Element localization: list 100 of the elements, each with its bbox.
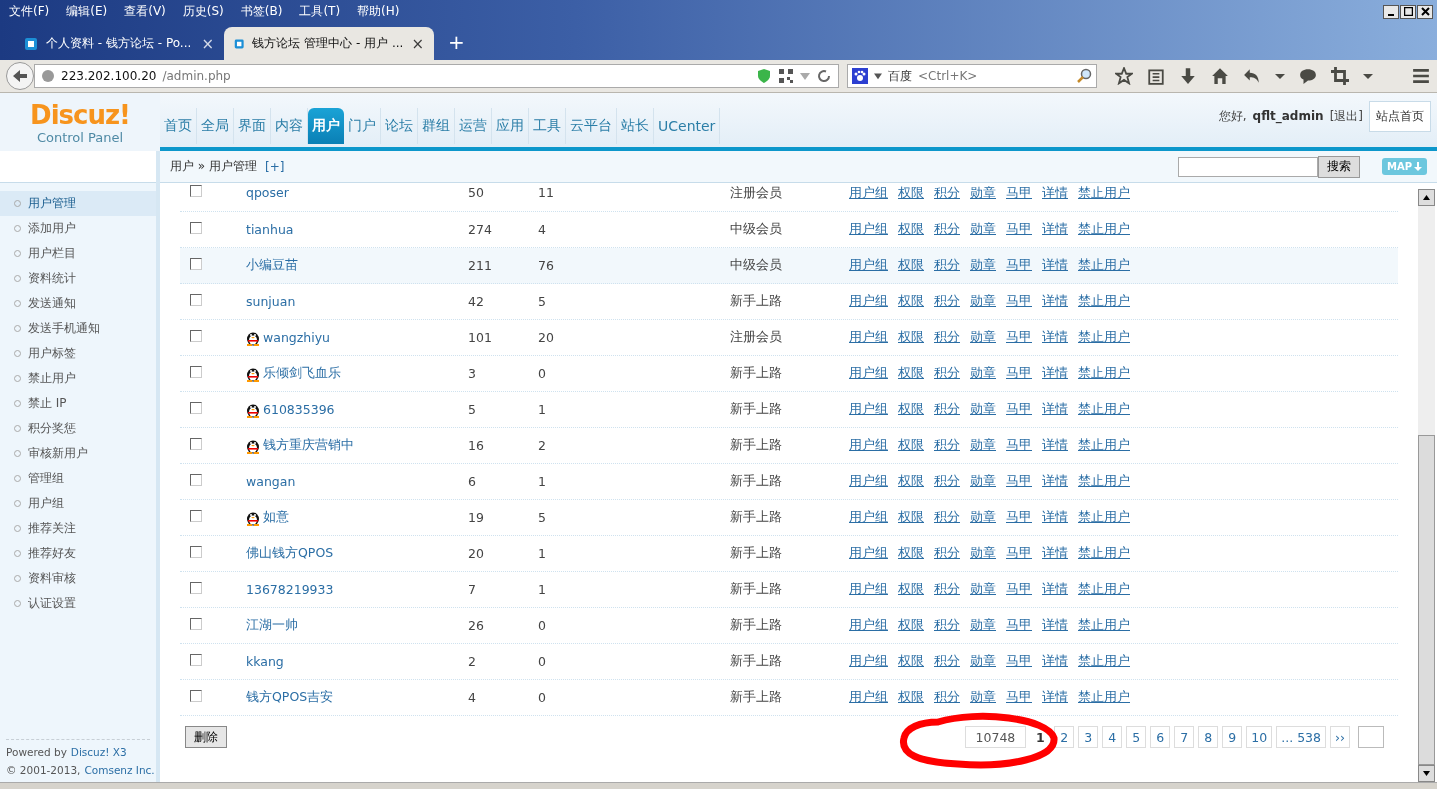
action-link[interactable]: 勋章 xyxy=(970,185,996,202)
action-link[interactable]: 积分 xyxy=(934,473,960,490)
action-link[interactable]: 禁止用户 xyxy=(1078,365,1130,382)
sidebar-item[interactable]: 发送手机通知 xyxy=(0,316,156,341)
download-icon[interactable] xyxy=(1179,67,1197,85)
search-button[interactable]: 搜索 xyxy=(1317,155,1360,178)
action-link[interactable]: 权限 xyxy=(898,365,924,382)
scroll-down-button[interactable] xyxy=(1418,765,1435,782)
action-link[interactable]: 禁止用户 xyxy=(1078,581,1130,598)
page-link[interactable]: 4 xyxy=(1102,726,1123,748)
action-link[interactable]: 马甲 xyxy=(1006,689,1032,706)
delete-button[interactable]: 删除 xyxy=(185,726,227,748)
action-link[interactable]: 禁止用户 xyxy=(1078,257,1130,274)
action-link[interactable]: 禁止用户 xyxy=(1078,221,1130,238)
action-link[interactable]: 权限 xyxy=(898,581,924,598)
menu-item[interactable]: 文件(F) xyxy=(9,3,50,20)
search-field[interactable]: 百度 <Ctrl+K> xyxy=(847,64,1097,88)
list-icon[interactable] xyxy=(1147,67,1165,85)
action-link[interactable]: 禁止用户 xyxy=(1078,185,1130,202)
page-link[interactable]: 6 xyxy=(1150,726,1171,748)
shield-icon[interactable] xyxy=(756,68,772,84)
page-link[interactable]: 8 xyxy=(1198,726,1219,748)
site-home-button[interactable]: 站点首页 xyxy=(1369,100,1431,132)
action-link[interactable]: 详情 xyxy=(1042,473,1068,490)
sidebar-item[interactable]: 认证设置 xyxy=(0,591,156,616)
action-link[interactable]: 马甲 xyxy=(1006,437,1032,454)
checkbox[interactable] xyxy=(190,330,202,342)
action-link[interactable]: 禁止用户 xyxy=(1078,653,1130,670)
username-link[interactable]: 钱方QPOS吉安 xyxy=(246,689,468,706)
action-link[interactable]: 详情 xyxy=(1042,401,1068,418)
sidebar-item[interactable]: 用户标签 xyxy=(0,341,156,366)
action-link[interactable]: 权限 xyxy=(898,545,924,562)
address-field[interactable]: 223.202.100.20 /admin.php xyxy=(34,64,839,88)
action-link[interactable]: 马甲 xyxy=(1006,365,1032,382)
action-link[interactable]: 勋章 xyxy=(970,581,996,598)
action-link[interactable]: 详情 xyxy=(1042,293,1068,310)
action-link[interactable]: 权限 xyxy=(898,509,924,526)
action-link[interactable]: 权限 xyxy=(898,257,924,274)
action-link[interactable]: 马甲 xyxy=(1006,617,1032,634)
action-link[interactable]: 详情 xyxy=(1042,509,1068,526)
maximize-button[interactable] xyxy=(1400,4,1416,19)
checkbox[interactable] xyxy=(190,510,202,522)
sidebar-item[interactable]: 禁止用户 xyxy=(0,366,156,391)
action-link[interactable]: 禁止用户 xyxy=(1078,545,1130,562)
reload-icon[interactable] xyxy=(816,68,832,84)
action-link[interactable]: 禁止用户 xyxy=(1078,329,1130,346)
action-link[interactable]: 详情 xyxy=(1042,545,1068,562)
sidebar-item[interactable]: 添加用户 xyxy=(0,216,156,241)
nav-tab[interactable]: 用户 xyxy=(308,108,344,144)
menu-item[interactable]: 帮助(H) xyxy=(357,3,400,20)
sidebar-item[interactable]: 用户栏目 xyxy=(0,241,156,266)
username-link[interactable]: 如意 xyxy=(246,509,468,526)
action-link[interactable]: 用户组 xyxy=(849,365,888,382)
action-link[interactable]: 勋章 xyxy=(970,293,996,310)
checkbox[interactable] xyxy=(190,546,202,558)
sidebar-item[interactable]: 资料统计 xyxy=(0,266,156,291)
action-link[interactable]: 详情 xyxy=(1042,221,1068,238)
qr-code-icon[interactable] xyxy=(778,68,794,84)
action-link[interactable]: 权限 xyxy=(898,617,924,634)
action-link[interactable]: 勋章 xyxy=(970,689,996,706)
action-link[interactable]: 详情 xyxy=(1042,365,1068,382)
action-link[interactable]: 用户组 xyxy=(849,401,888,418)
username-link[interactable]: 钱方重庆营销中 xyxy=(246,437,468,454)
action-link[interactable]: 积分 xyxy=(934,617,960,634)
logout-link[interactable]: [退出] xyxy=(1329,107,1363,125)
close-button[interactable] xyxy=(1417,4,1433,19)
action-link[interactable]: 勋章 xyxy=(970,509,996,526)
sidebar-item[interactable]: 积分奖惩 xyxy=(0,416,156,441)
action-link[interactable]: 详情 xyxy=(1042,581,1068,598)
nav-tab[interactable]: 界面 xyxy=(234,108,271,144)
nav-tab[interactable]: 应用 xyxy=(492,108,529,144)
menu-item[interactable]: 查看(V) xyxy=(124,3,166,20)
action-link[interactable]: 勋章 xyxy=(970,221,996,238)
menu-item[interactable]: 历史(S) xyxy=(182,3,224,20)
action-link[interactable]: 禁止用户 xyxy=(1078,617,1130,634)
action-link[interactable]: 权限 xyxy=(898,221,924,238)
action-link[interactable]: 禁止用户 xyxy=(1078,293,1130,310)
add-link[interactable]: [+] xyxy=(265,159,285,174)
nav-tab[interactable]: 运营 xyxy=(455,108,492,144)
action-link[interactable]: 积分 xyxy=(934,545,960,562)
action-link[interactable]: 积分 xyxy=(934,437,960,454)
action-link[interactable]: 用户组 xyxy=(849,329,888,346)
username-link[interactable]: 江湖一帅 xyxy=(246,617,468,634)
page-link[interactable]: 1 xyxy=(1030,726,1051,748)
action-link[interactable]: 权限 xyxy=(898,185,924,202)
action-link[interactable]: 积分 xyxy=(934,653,960,670)
scrollbar-thumb[interactable] xyxy=(1418,435,1435,765)
sidebar-item[interactable]: 禁止 IP xyxy=(0,391,156,416)
action-link[interactable]: 用户组 xyxy=(849,509,888,526)
action-link[interactable]: 积分 xyxy=(934,401,960,418)
action-link[interactable]: 马甲 xyxy=(1006,581,1032,598)
nav-tab[interactable]: 群组 xyxy=(418,108,455,144)
dropdown-icon[interactable] xyxy=(1275,71,1285,81)
browser-tab[interactable]: 钱方论坛 管理中心 - 用户 ... × xyxy=(224,27,434,60)
nav-tab[interactable]: 门户 xyxy=(344,108,381,144)
company-link[interactable]: Comsenz Inc. xyxy=(84,764,155,776)
action-link[interactable]: 积分 xyxy=(934,581,960,598)
action-link[interactable]: 勋章 xyxy=(970,365,996,382)
action-link[interactable]: 马甲 xyxy=(1006,401,1032,418)
sidebar-item[interactable]: 推荐好友 xyxy=(0,541,156,566)
